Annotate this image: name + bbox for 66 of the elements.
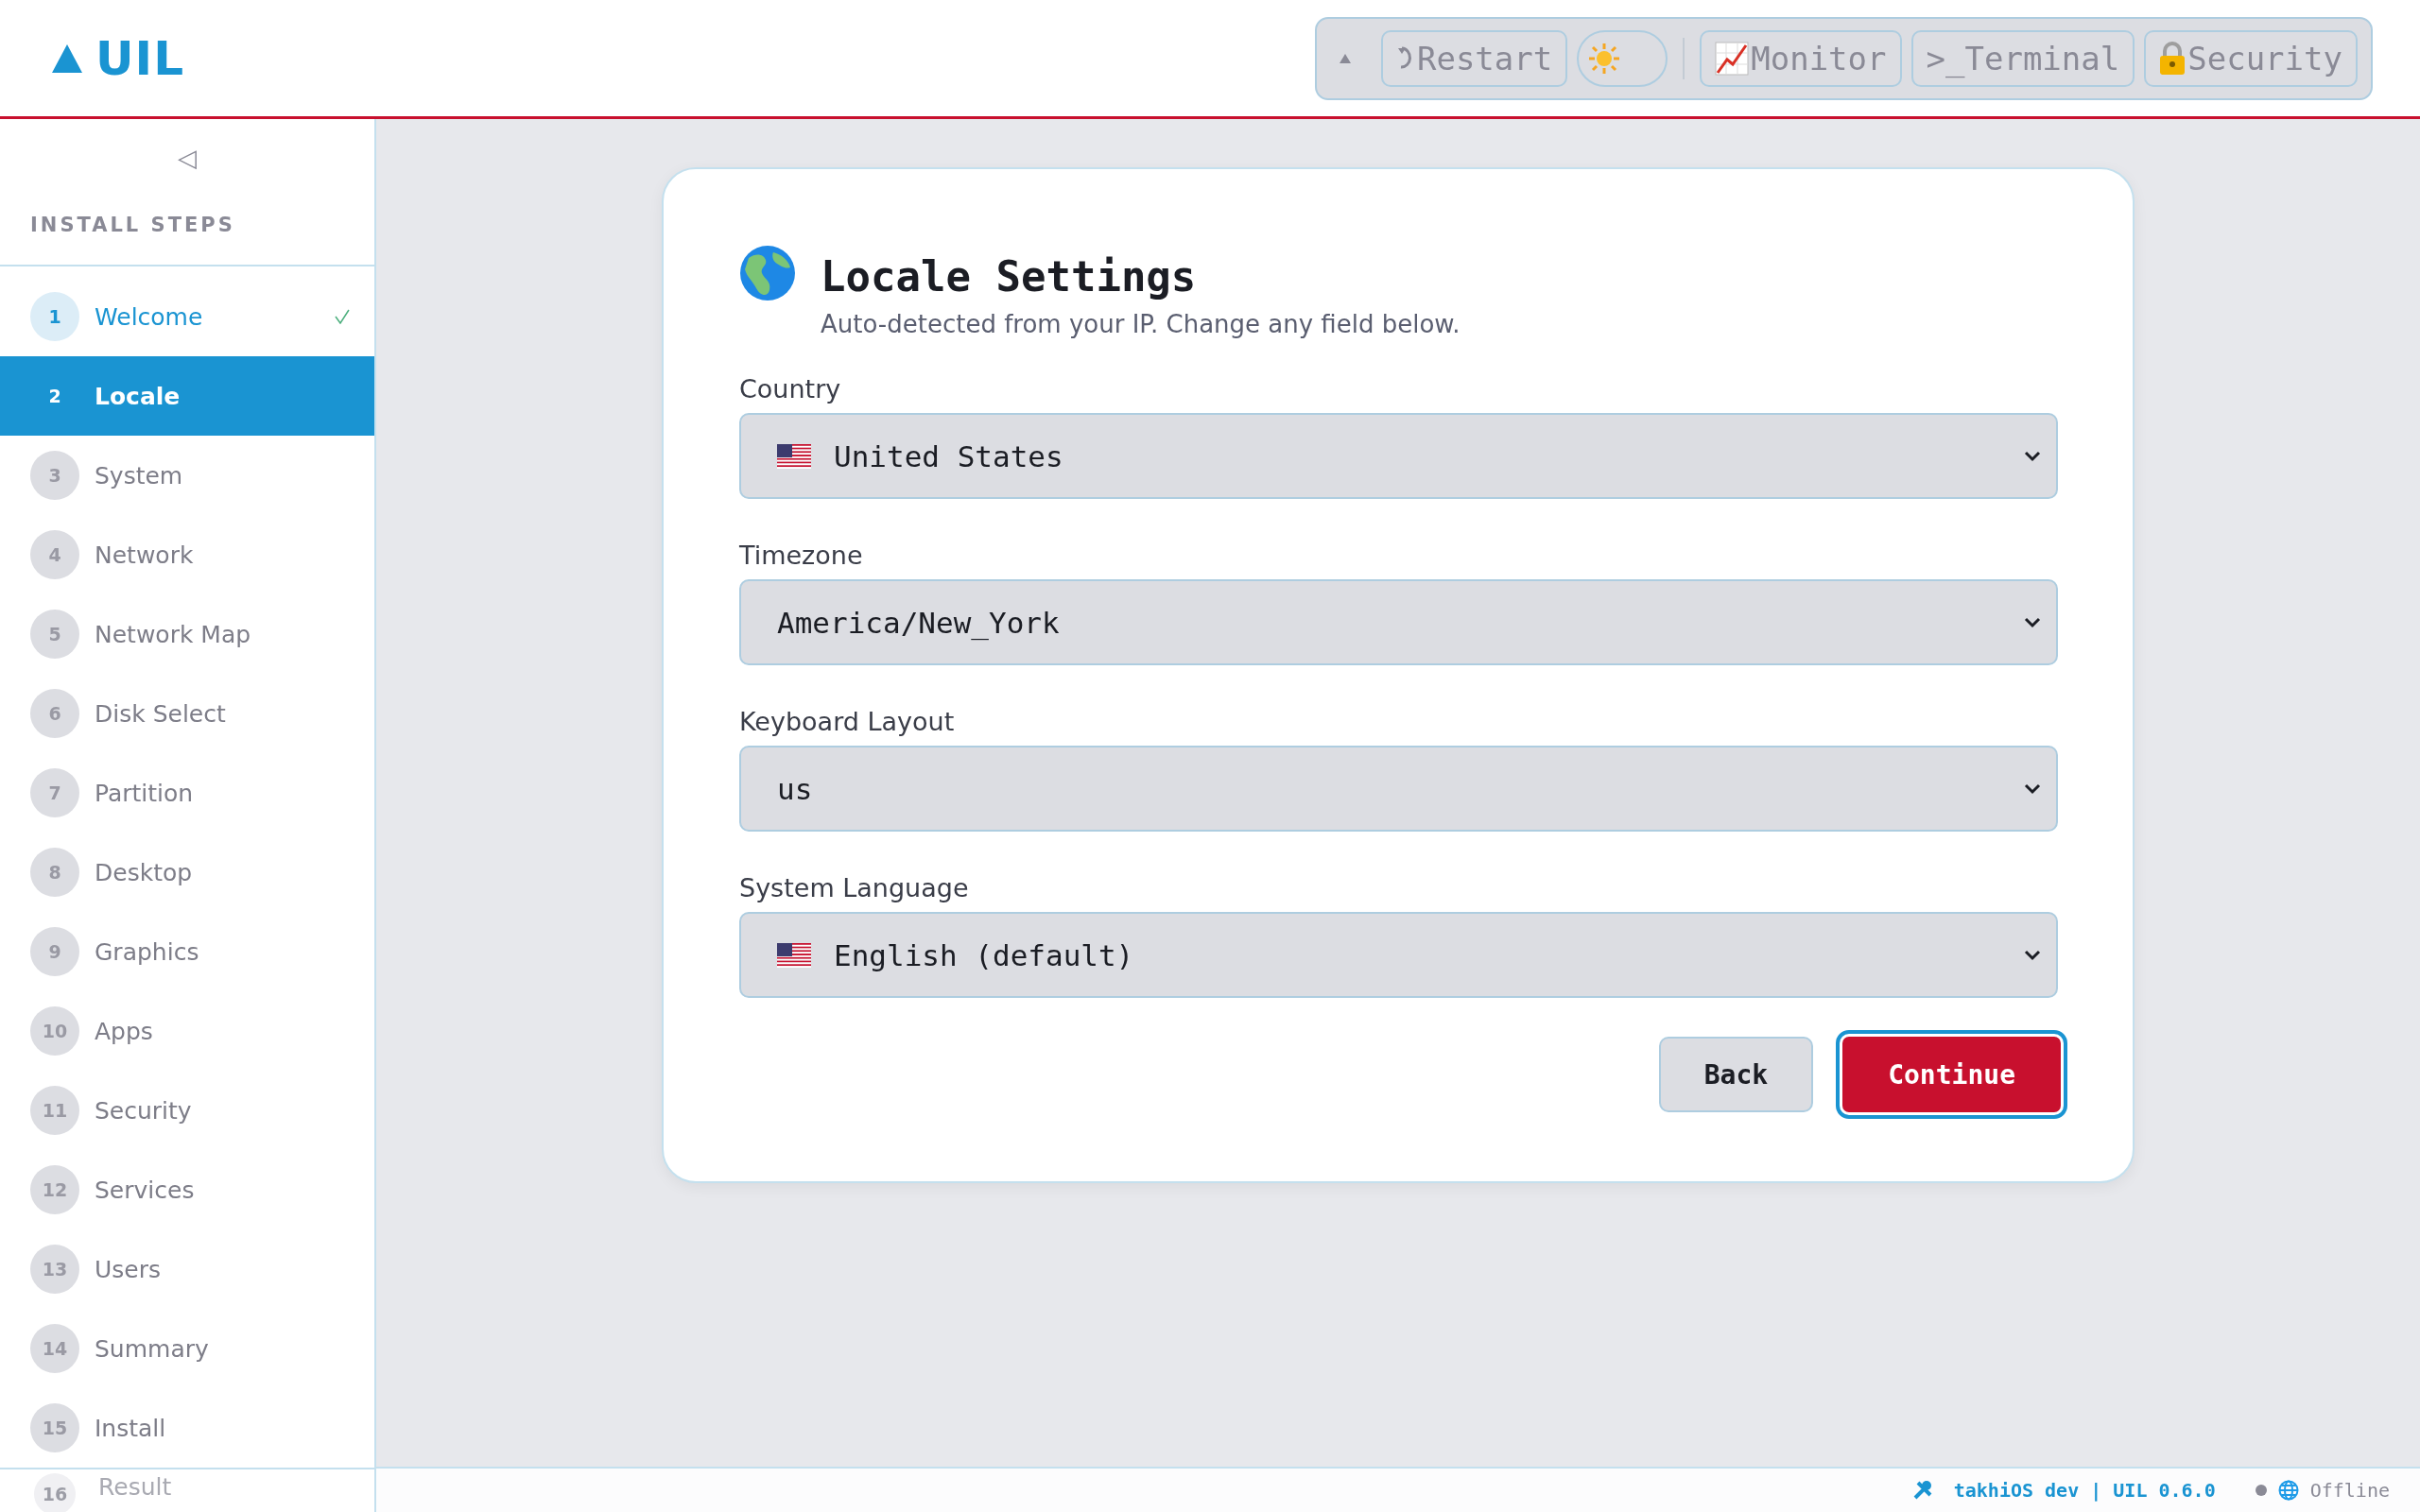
step-item[interactable]: 9 Graphics [0, 912, 374, 991]
lock-icon [2159, 41, 2187, 76]
sidebar-title: INSTALL STEPS [0, 176, 374, 266]
select-field[interactable]: us [739, 746, 2058, 832]
step-number: 13 [30, 1245, 79, 1294]
step-item[interactable]: 11 Security [0, 1071, 374, 1150]
step-number: 16 [34, 1473, 76, 1512]
select-field[interactable]: United States [739, 413, 2058, 499]
step-number: 15 [30, 1403, 79, 1452]
logo-text: UIL [95, 30, 185, 86]
step-number: 2 [47, 385, 62, 408]
collapse-button[interactable]: ◁ [178, 140, 197, 176]
step-number: 3 [30, 451, 79, 500]
step-item[interactable]: 7 Partition [0, 753, 374, 833]
toolbar-button[interactable]: >_Terminal [1910, 29, 2135, 87]
build-info: takhiOS dev | UIL 0.6.0 [1953, 1479, 2216, 1502]
chevron-icon [2024, 782, 2041, 795]
step-item[interactable]: 1 Welcome [0, 277, 374, 356]
step-item[interactable]: 5 Network Map [0, 594, 374, 674]
step-item[interactable]: 13 Users [0, 1229, 374, 1309]
chevron-icon [2024, 949, 2041, 961]
step-item[interactable]: 16 Result [0, 1469, 374, 1512]
logo-icon [52, 43, 82, 73]
flag-icon [777, 443, 811, 469]
card-title: Locale Settings [821, 252, 1198, 301]
step-item[interactable]: 6 Disk Select [0, 674, 374, 753]
step-number: 7 [30, 768, 79, 817]
step-item[interactable]: 10 Apps [0, 991, 374, 1071]
chevron-icon [2024, 616, 2041, 628]
toolbar-button[interactable]: Security [2144, 29, 2358, 87]
toolbar-button[interactable]: Monitor [1700, 29, 1902, 87]
connection-status: Offline [2309, 1479, 2390, 1502]
step-item[interactable]: 14 Summary [0, 1309, 374, 1388]
step-number: 12 [30, 1165, 79, 1214]
step-number: 8 [30, 848, 79, 897]
step-number: 6 [30, 689, 79, 738]
globe-icon [2277, 1480, 2299, 1501]
field-label: Timezone [739, 541, 864, 570]
select-field[interactable]: English (default) [739, 912, 2058, 998]
step-number: 1 [30, 292, 79, 341]
caret-icon[interactable] [1339, 53, 1351, 63]
step-number: 4 [30, 530, 79, 579]
step-number: 10 [30, 1006, 79, 1056]
back-button[interactable]: Back [1658, 1037, 1814, 1112]
step-item[interactable]: 4 Network [0, 515, 374, 594]
toolbar-button[interactable]: Restart [1380, 29, 1568, 87]
flag-icon [777, 942, 811, 968]
step-number: 5 [30, 610, 79, 659]
field-label: Keyboard Layout [739, 707, 956, 736]
field-label: System Language [739, 873, 970, 902]
card-subtitle: Auto-detected from your IP. Change any field below. [821, 310, 1461, 338]
step-item[interactable]: 8 Desktop [0, 833, 374, 912]
chart-icon [1715, 41, 1750, 76]
field-label: Country [739, 374, 842, 404]
globe-icon [739, 245, 796, 301]
step-item[interactable]: 2 Locale [0, 356, 374, 436]
step-number: 9 [30, 927, 79, 976]
chevron-icon [2024, 450, 2041, 462]
select-field[interactable]: America/New_York [739, 579, 2058, 665]
step-number: 14 [30, 1324, 79, 1373]
step-item[interactable]: 3 System [0, 436, 374, 515]
sun-icon [1588, 42, 1621, 75]
step-number: 11 [30, 1086, 79, 1135]
step-item[interactable]: 12 Services [0, 1150, 374, 1229]
step-item[interactable]: 15 Install [0, 1388, 374, 1469]
tools-icon [1911, 1480, 1933, 1501]
